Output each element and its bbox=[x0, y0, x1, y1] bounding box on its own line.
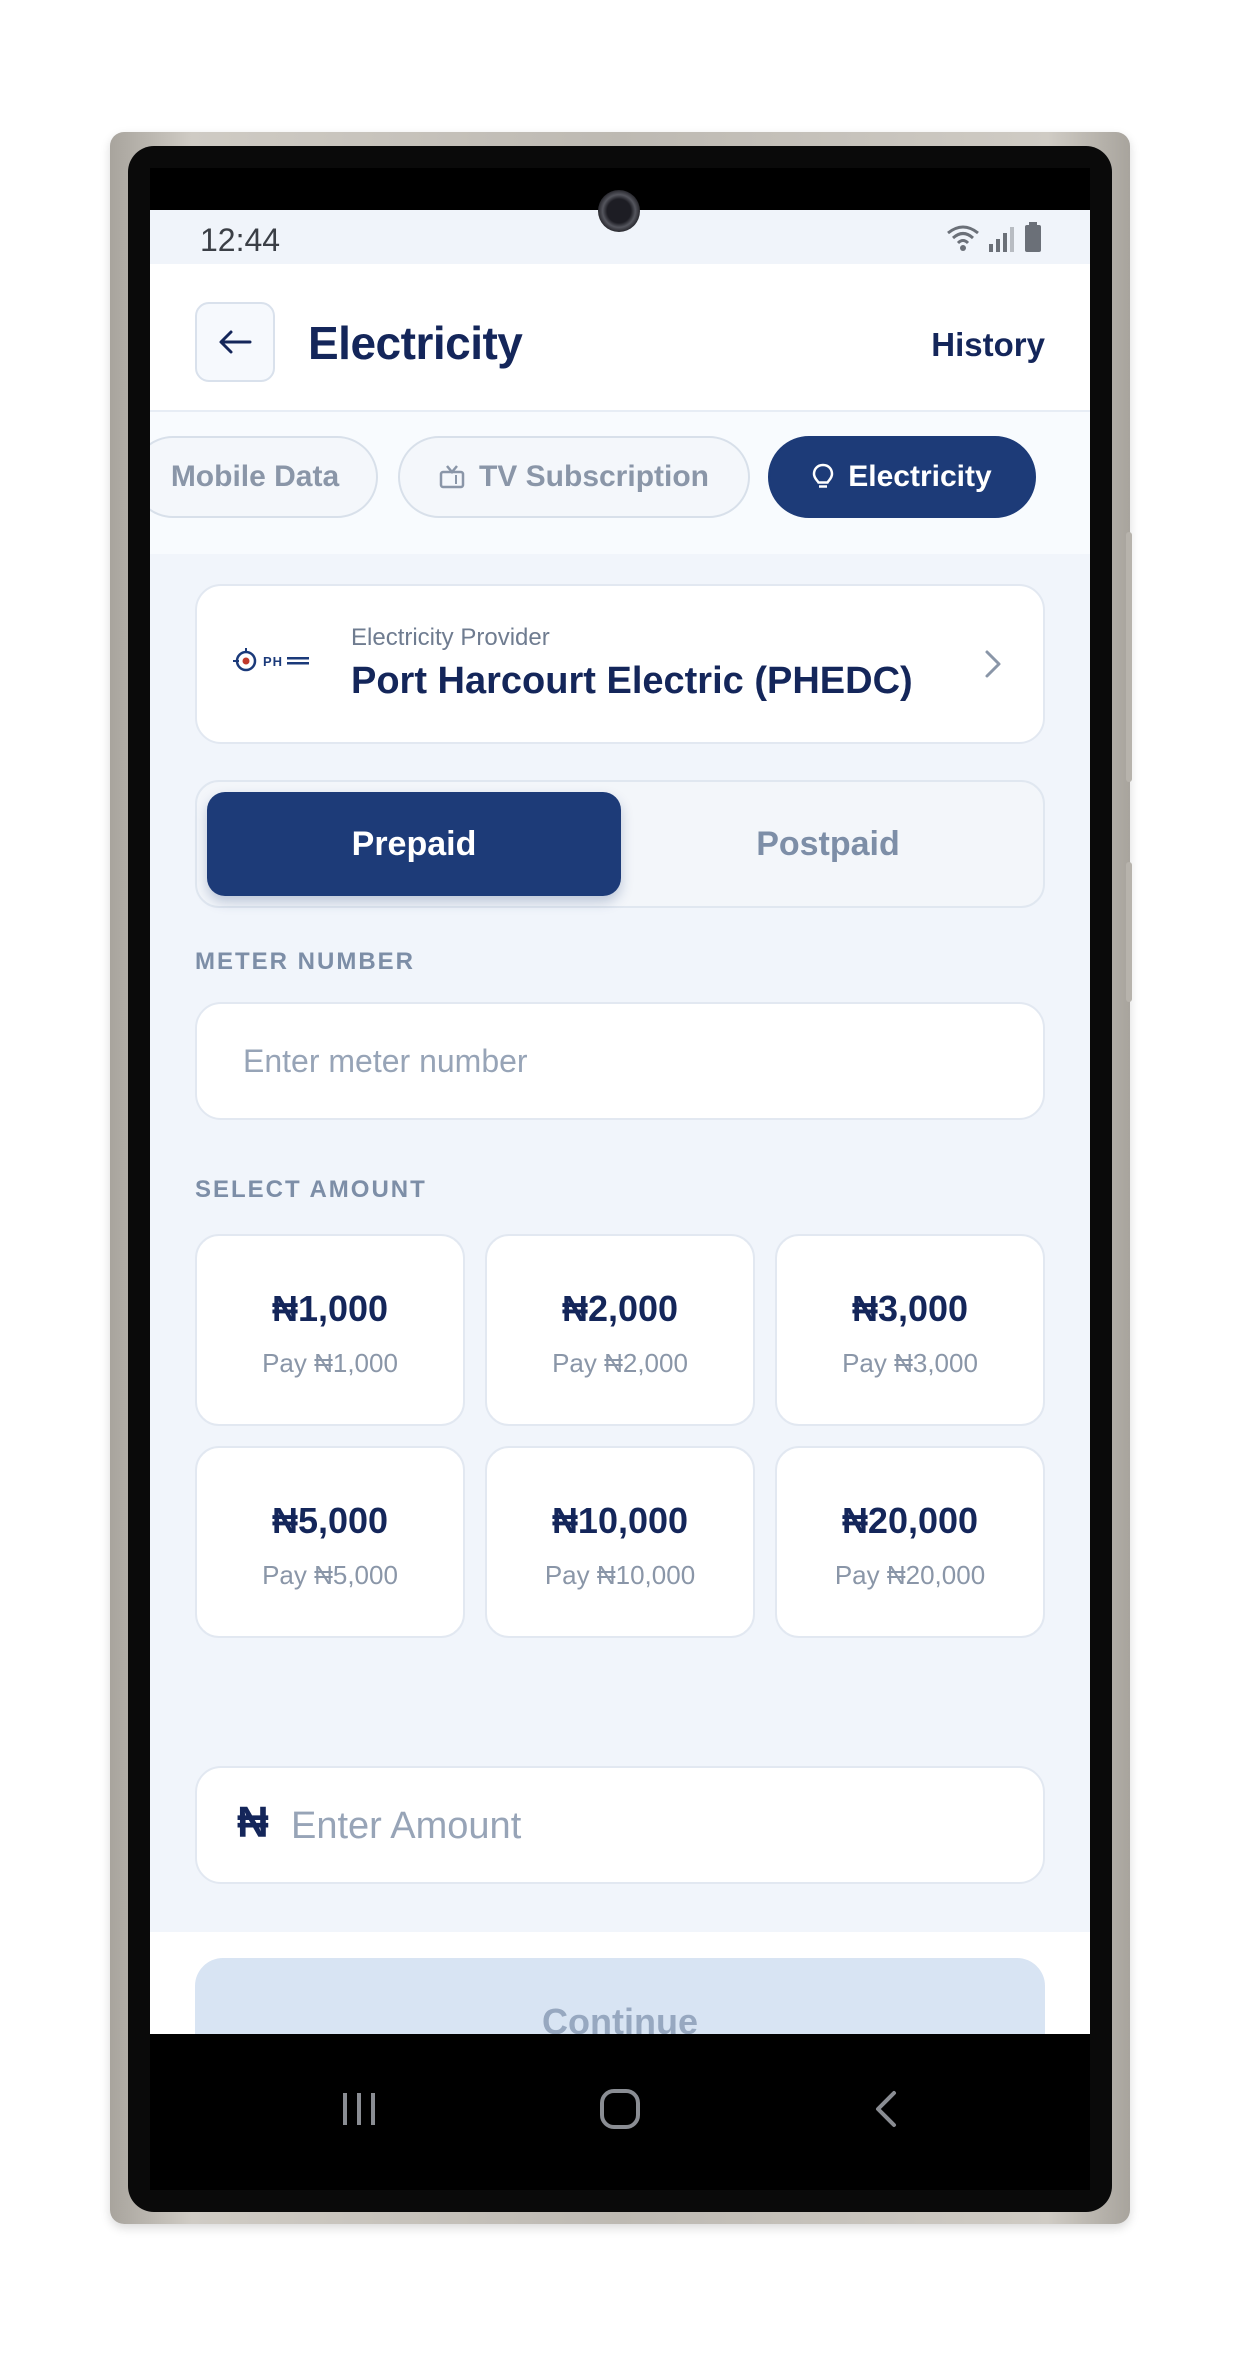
meter-number-label: METER NUMBER bbox=[195, 948, 415, 975]
plan-type-toggle: Prepaid Postpaid bbox=[195, 780, 1045, 908]
front-camera bbox=[598, 190, 640, 232]
amount-pay-label: Pay ₦3,000 bbox=[842, 1348, 978, 1378]
tab-electricity[interactable]: Electricity bbox=[768, 436, 1036, 518]
power-button bbox=[1126, 532, 1132, 782]
battery-icon bbox=[1025, 222, 1041, 252]
chevron-left-icon bbox=[876, 2091, 896, 2127]
amount-pay-label: Pay ₦5,000 bbox=[262, 1560, 398, 1590]
page-title: Electricity bbox=[308, 317, 523, 369]
meter-number-input[interactable] bbox=[195, 1002, 1045, 1120]
prepaid-option[interactable]: Prepaid bbox=[207, 792, 621, 896]
back-button[interactable] bbox=[195, 302, 275, 382]
history-link[interactable]: History bbox=[931, 326, 1045, 364]
provider-caption: Electricity Provider bbox=[351, 624, 550, 651]
amount-option-2000[interactable]: ₦2,000 Pay ₦2,000 bbox=[485, 1234, 755, 1426]
amount-pay-label: Pay ₦20,000 bbox=[834, 1560, 986, 1590]
provider-selector[interactable]: PH Electricity Provider Port Harcourt El… bbox=[195, 584, 1045, 744]
home-button[interactable] bbox=[585, 2074, 655, 2144]
amount-value: ₦1,000 bbox=[271, 1288, 389, 1329]
phone-screen: 12:44 Electricity History Mobile Data TV… bbox=[150, 168, 1090, 2190]
provider-logo: PH bbox=[233, 648, 310, 674]
amount-value: ₦5,000 bbox=[271, 1500, 389, 1541]
custom-amount-field: ₦ bbox=[195, 1766, 1045, 1884]
status-time: 12:44 bbox=[200, 222, 281, 258]
category-tabs: Mobile Data TV Subscription Electricity bbox=[150, 412, 1090, 554]
amount-value: ₦20,000 bbox=[841, 1500, 979, 1541]
system-nav-bar bbox=[150, 2034, 1090, 2190]
app-header: Electricity History bbox=[150, 264, 1090, 412]
amount-pay-label: Pay ₦1,000 bbox=[262, 1348, 398, 1378]
wifi-icon bbox=[947, 225, 979, 251]
amount-option-3000[interactable]: ₦3,000 Pay ₦3,000 bbox=[775, 1234, 1045, 1426]
app-screen: Electricity History Mobile Data TV Subsc… bbox=[150, 264, 1090, 2122]
tab-label: TV Subscription bbox=[478, 460, 709, 493]
provider-logo-mark bbox=[233, 648, 257, 672]
chevron-right-icon bbox=[985, 650, 1001, 678]
tab-label: Mobile Data bbox=[170, 460, 340, 493]
tv-icon bbox=[439, 465, 465, 489]
amount-pay-label: Pay ₦10,000 bbox=[544, 1560, 696, 1590]
select-amount-label: SELECT AMOUNT bbox=[195, 1176, 427, 1203]
tab-mobile-data[interactable]: Mobile Data bbox=[150, 436, 378, 518]
tab-tv-subscription[interactable]: TV Subscription bbox=[398, 436, 750, 518]
amount-value: ₦3,000 bbox=[851, 1288, 969, 1329]
home-icon bbox=[600, 2089, 640, 2129]
custom-amount-input[interactable] bbox=[289, 1788, 1013, 1864]
provider-name: Port Harcourt Electric (PHEDC) bbox=[351, 660, 913, 702]
signal-icon bbox=[989, 227, 1014, 252]
back-nav-button[interactable] bbox=[850, 2074, 920, 2144]
amount-value: ₦10,000 bbox=[551, 1500, 689, 1541]
lightbulb-icon bbox=[813, 463, 834, 488]
tab-label: Electricity bbox=[848, 460, 992, 493]
amount-pay-label: Pay ₦2,000 bbox=[552, 1348, 688, 1378]
amount-option-1000[interactable]: ₦1,000 Pay ₦1,000 bbox=[195, 1234, 465, 1426]
provider-logo-bars bbox=[287, 657, 310, 665]
amount-option-10000[interactable]: ₦10,000 Pay ₦10,000 bbox=[485, 1446, 755, 1638]
recent-apps-icon bbox=[343, 2093, 375, 2125]
recent-apps-button[interactable] bbox=[324, 2074, 394, 2144]
volume-button bbox=[1126, 862, 1132, 1002]
amount-option-5000[interactable]: ₦5,000 Pay ₦5,000 bbox=[195, 1446, 465, 1638]
postpaid-option[interactable]: Postpaid bbox=[621, 792, 1035, 896]
naira-icon: ₦ bbox=[237, 1798, 269, 1847]
arrow-left-icon bbox=[219, 330, 252, 354]
amount-value: ₦2,000 bbox=[561, 1288, 679, 1329]
amount-option-20000[interactable]: ₦20,000 Pay ₦20,000 bbox=[775, 1446, 1045, 1638]
